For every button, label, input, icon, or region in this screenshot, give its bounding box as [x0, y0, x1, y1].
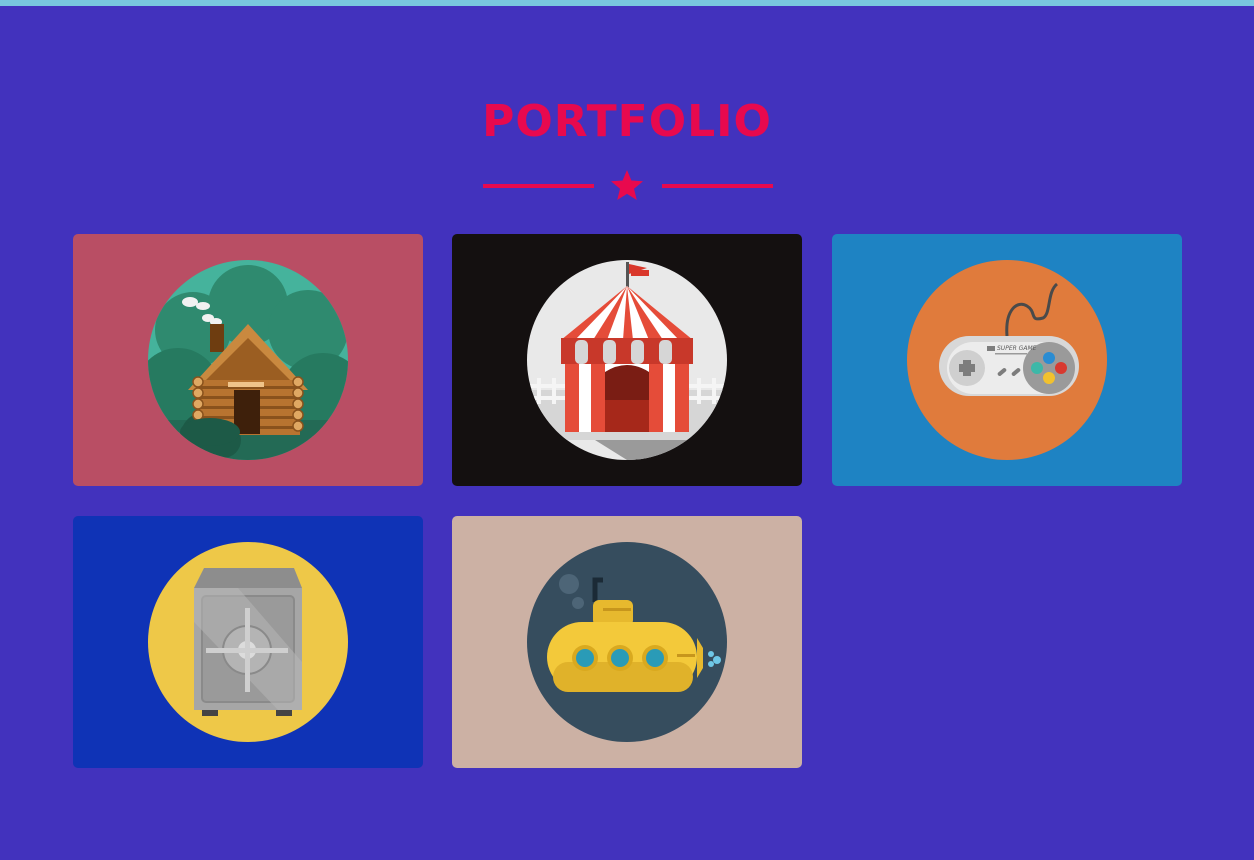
portfolio-item-circus[interactable] — [452, 234, 802, 486]
controller-label: SUPER GAME — [997, 345, 1037, 352]
log-cabin-icon — [148, 260, 348, 460]
circus-tent-icon — [527, 260, 727, 460]
portfolio-item-cabin[interactable] — [73, 234, 423, 486]
safe-icon — [148, 542, 348, 742]
star-icon — [611, 170, 643, 200]
submarine-icon — [527, 542, 727, 742]
page-title: PORTFOLIO — [482, 96, 772, 147]
top-accent-bar — [0, 0, 1254, 6]
portfolio-item-submarine[interactable] — [452, 516, 802, 768]
divider-line-left — [483, 184, 594, 188]
title-divider — [483, 170, 773, 202]
divider-line-right — [662, 184, 773, 188]
game-controller-icon: SUPER GAME — [907, 260, 1107, 460]
portfolio-item-controller[interactable]: SUPER GAME — [832, 234, 1182, 486]
portfolio-item-safe[interactable] — [73, 516, 423, 768]
